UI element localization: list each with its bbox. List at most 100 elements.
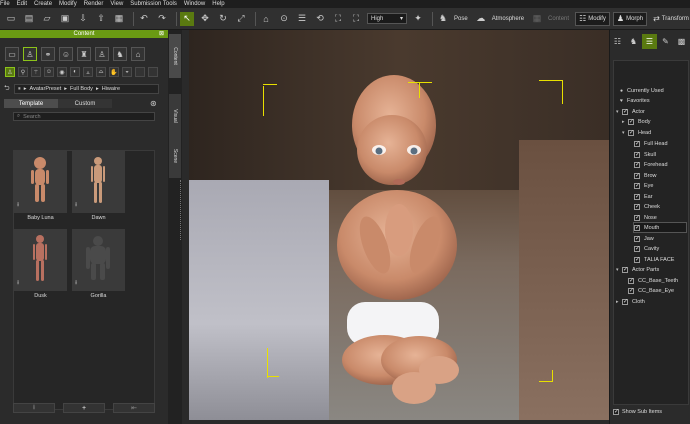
crumb-hiwaire[interactable]: Hiwaire <box>102 86 120 92</box>
tree-item[interactable]: Cavity <box>634 244 686 253</box>
transform-button[interactable]: ⇄ Transform <box>650 12 690 26</box>
menu-submission-tools[interactable]: Submission Tools <box>130 1 177 7</box>
ear-icon[interactable]: ◐ <box>70 67 80 77</box>
tree-item[interactable]: ▾Actor <box>616 107 686 116</box>
download-icon[interactable]: ⭳ <box>17 278 19 288</box>
camera-zoom-icon[interactable]: ⊙ <box>277 12 291 26</box>
skeleton-icon[interactable]: ⚚ <box>31 67 41 77</box>
tree-item[interactable]: ▾Actor Parts <box>616 265 686 274</box>
crumb-avatar-preset[interactable]: AvatarPreset <box>30 86 62 92</box>
tree-item[interactable]: Ear <box>634 192 686 201</box>
tree-item-checkbox[interactable] <box>634 214 640 221</box>
tree-item-checkbox[interactable] <box>628 277 634 284</box>
search-input[interactable]: ⌕ Search <box>13 112 155 121</box>
full-body-icon[interactable]: ♙ <box>5 67 15 77</box>
menu-window[interactable]: Window <box>184 1 205 7</box>
tree-item-checkbox[interactable] <box>628 118 634 125</box>
tree-item[interactable]: Forehead <box>634 160 686 169</box>
atmosphere-button[interactable]: Atmosphere <box>492 16 524 22</box>
tree-item[interactable]: CC_Base_Teeth <box>628 276 686 285</box>
undo-icon[interactable]: ↶ <box>137 12 151 26</box>
morph-sliders-icon[interactable]: ☰ <box>642 33 657 49</box>
tree-item[interactable]: ● Currently Used <box>620 86 686 95</box>
tree-item[interactable]: Jaw <box>634 234 686 243</box>
project-folder-icon[interactable]: ▭ <box>5 47 19 61</box>
head-icon[interactable]: ☺ <box>44 67 54 77</box>
tree-item-checkbox[interactable] <box>634 161 640 168</box>
save-icon[interactable]: ▣ <box>58 12 72 26</box>
show-sub-items-checkbox[interactable] <box>613 408 619 415</box>
download-icon[interactable]: ⭳ <box>17 200 19 210</box>
tree-item-checkbox[interactable] <box>622 298 628 305</box>
side-tab-content[interactable]: Content <box>169 34 181 78</box>
tree-item-checkbox[interactable] <box>634 140 640 147</box>
tree-item[interactable]: ♥ Favorites <box>620 96 686 105</box>
import-icon[interactable]: ⇩ <box>76 12 90 26</box>
tree-item[interactable]: CC_Base_Eye <box>628 286 686 295</box>
tree-item-checkbox[interactable] <box>628 129 634 136</box>
tree-item-checkbox[interactable] <box>634 151 640 158</box>
open-icon[interactable]: ▱ <box>40 12 54 26</box>
download-icon[interactable]: ⭳ <box>75 200 77 210</box>
camera-rotate-icon[interactable]: ⟲ <box>313 12 327 26</box>
empty-slot-icon[interactable] <box>148 67 158 77</box>
lip-icon[interactable]: ◒ <box>122 67 132 77</box>
content-item[interactable]: ⭳ <box>72 151 125 213</box>
morph-category-icon[interactable]: ⚭ <box>41 47 55 61</box>
tree-item-checkbox[interactable] <box>634 256 640 263</box>
menu-create[interactable]: Create <box>34 1 52 7</box>
tree-item-checkbox[interactable] <box>634 245 640 252</box>
tab-custom[interactable]: Custom <box>58 99 112 108</box>
pose-button[interactable]: Pose <box>454 16 468 22</box>
stage-category-icon[interactable]: ⌂ <box>131 47 145 61</box>
checker-icon[interactable]: ▩ <box>674 34 689 49</box>
sliders-icon[interactable]: ☷ <box>610 34 625 49</box>
panel-splitter[interactable] <box>180 180 182 240</box>
tree-item[interactable]: Brow <box>634 171 686 180</box>
tab-template[interactable]: Template <box>4 99 58 108</box>
tree-item[interactable]: ▸Body <box>622 117 686 126</box>
panel-close-icon[interactable]: ⊠ <box>159 30 164 37</box>
delete-icon[interactable]: ▦ <box>112 12 126 26</box>
download-icon[interactable]: ⭳ <box>75 278 77 288</box>
motion-category-icon[interactable]: ♞ <box>113 47 127 61</box>
side-tab-visual[interactable]: Visual <box>169 94 181 138</box>
tree-item[interactable]: Skull <box>634 150 686 159</box>
hand-icon[interactable]: ✋ <box>109 67 119 77</box>
menu-modify[interactable]: Modify <box>59 1 77 7</box>
mouth-icon[interactable]: ⌓ <box>96 67 106 77</box>
tree-item-checkbox[interactable] <box>634 203 640 210</box>
content-button[interactable]: Content <box>548 16 569 22</box>
content-item[interactable]: ⭳ <box>72 229 125 291</box>
tree-item-checkbox[interactable] <box>622 108 628 115</box>
add-button[interactable]: + <box>63 403 105 413</box>
actor-category-icon[interactable]: ♙ <box>23 47 37 61</box>
crumb-full-body[interactable]: Full Body <box>70 86 93 92</box>
tree-item[interactable]: Cheek <box>634 202 686 211</box>
back-arrow-icon[interactable]: ⮌ <box>4 84 14 95</box>
move-tool-icon[interactable]: ✥ <box>198 12 212 26</box>
empty-slot-icon[interactable] <box>135 67 145 77</box>
tree-item[interactable]: ▸Cloth <box>616 297 686 306</box>
modify-button[interactable]: ☷ Modify <box>575 11 610 26</box>
tree-item-checkbox[interactable] <box>628 287 634 294</box>
tree-item-checkbox[interactable] <box>622 266 628 273</box>
menu-help[interactable]: Help <box>212 1 224 7</box>
tree-item[interactable]: Eye <box>634 181 686 190</box>
accessory-category-icon[interactable]: ♜ <box>77 47 91 61</box>
frame-all-icon[interactable]: ⛶ <box>349 12 363 26</box>
morph-edit-icon[interactable]: ✎ <box>658 34 673 49</box>
arms-icon[interactable]: ⚲ <box>18 67 28 77</box>
tree-item[interactable]: ▾Head <box>622 128 686 137</box>
content-item[interactable]: ⭳ <box>14 229 67 291</box>
body-category-icon[interactable]: ♙ <box>95 47 109 61</box>
tree-item-checkbox[interactable] <box>634 172 640 179</box>
menu-view[interactable]: View <box>110 1 123 7</box>
new-file-icon[interactable]: ▭ <box>4 12 18 26</box>
content-item[interactable]: ⭳ <box>14 151 67 213</box>
tree-item[interactable]: Full Head <box>634 139 686 148</box>
redo-icon[interactable]: ↷ <box>155 12 169 26</box>
crumb-toggle-icon[interactable]: ⏸ <box>18 86 21 93</box>
rotate-tool-icon[interactable]: ↻ <box>216 12 230 26</box>
pose-figure-icon[interactable]: ♞ <box>626 34 641 49</box>
